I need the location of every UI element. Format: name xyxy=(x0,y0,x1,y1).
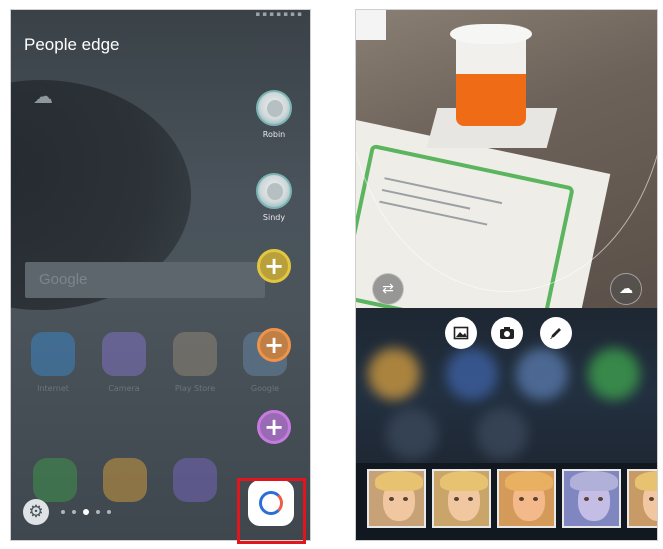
app-label: Camera xyxy=(108,384,140,393)
page-indicator xyxy=(61,509,111,515)
camera-app-icon xyxy=(102,332,146,376)
gallery-icon[interactable] xyxy=(445,317,477,349)
app-label: Internet xyxy=(37,384,69,393)
filter-thumbnail[interactable] xyxy=(562,469,621,528)
eye xyxy=(519,497,524,501)
blurred-icon xyxy=(476,408,528,460)
child-hair xyxy=(505,471,553,491)
google-search-label: Google xyxy=(39,271,88,288)
blurred-icon xyxy=(588,348,640,400)
contact-name: Sindy xyxy=(262,213,286,222)
add-contact-button[interactable]: + xyxy=(257,249,291,283)
avatar xyxy=(267,183,283,200)
messages-app-icon xyxy=(173,458,217,502)
page-dot xyxy=(96,510,100,514)
pen-icon[interactable] xyxy=(540,317,572,349)
app-label: Play Store xyxy=(174,384,216,393)
internet-app-icon xyxy=(31,332,75,376)
eye xyxy=(584,497,589,501)
page-dot xyxy=(61,510,65,514)
people-edge-screen: ▪ ▪ ▪ ▪ ▪ ▪ ▪ People edge ☁ Google Inter… xyxy=(11,10,310,540)
app-label: Google xyxy=(250,384,280,393)
child-hair xyxy=(375,471,423,491)
phone-app-icon xyxy=(33,458,77,502)
add-contact-button[interactable]: + xyxy=(257,328,291,362)
contact-avatar-sindy[interactable] xyxy=(256,173,292,209)
filter-thumbnail[interactable] xyxy=(627,469,657,528)
blurred-icon xyxy=(368,348,420,400)
contact-name: Robin xyxy=(262,130,286,139)
camera-edge-screen: ⇄ ☁ xyxy=(356,10,657,540)
eye xyxy=(598,497,603,501)
blurred-icon xyxy=(386,408,438,460)
page-dot xyxy=(107,510,111,514)
eye xyxy=(468,497,473,501)
contact-avatar-robin[interactable] xyxy=(256,90,292,126)
switch-camera-icon[interactable]: ⇄ xyxy=(372,273,404,305)
child-hair xyxy=(635,471,657,491)
settings-gear-icon[interactable]: ⚙ xyxy=(23,499,49,525)
highlight-box xyxy=(237,478,306,544)
eye xyxy=(389,497,394,501)
avatar xyxy=(267,100,283,117)
eye xyxy=(533,497,538,501)
mode-icon[interactable]: ☁ xyxy=(610,273,642,305)
page-dot xyxy=(72,510,76,514)
eye xyxy=(454,497,459,501)
filter-thumbnail[interactable] xyxy=(367,469,426,528)
add-contact-button[interactable]: + xyxy=(257,410,291,444)
status-bar: ▪ ▪ ▪ ▪ ▪ ▪ ▪ xyxy=(255,10,302,18)
camera-viewfinder: ⇄ ☁ xyxy=(356,10,657,308)
camera-icon[interactable] xyxy=(491,317,523,349)
eye xyxy=(649,497,654,501)
panel-title: People edge xyxy=(24,35,120,54)
google-search-bar: Google xyxy=(25,262,265,298)
contacts-app-icon xyxy=(103,458,147,502)
child-hair xyxy=(440,471,488,491)
filter-strip xyxy=(356,463,657,540)
filter-thumbnail[interactable] xyxy=(432,469,491,528)
corner-overlay xyxy=(356,10,386,40)
play-store-app-icon xyxy=(173,332,217,376)
eye xyxy=(403,497,408,501)
blurred-icon xyxy=(446,348,498,400)
page-dot-active xyxy=(83,509,89,515)
blurred-icon xyxy=(516,348,568,400)
weather-icon: ☁ xyxy=(33,84,53,108)
filter-thumbnail[interactable] xyxy=(497,469,556,528)
child-hair xyxy=(570,471,618,491)
